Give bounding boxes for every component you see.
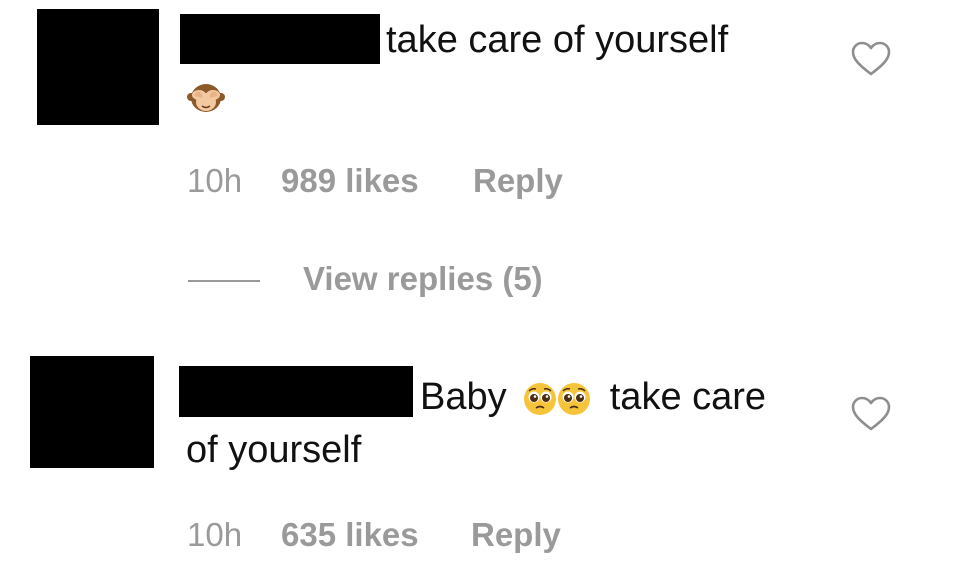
- avatar[interactable]: [37, 9, 159, 125]
- comment-1: take care of yourself 10h 989 likes Repl…: [0, 0, 960, 250]
- reply-button[interactable]: Reply: [473, 162, 563, 200]
- heart-outline-icon[interactable]: [851, 41, 891, 77]
- comment-time: 10h: [187, 162, 243, 199]
- pleading-face-icon: [558, 382, 591, 415]
- comment-meta: 10h 989 likes Reply: [187, 162, 687, 202]
- pleading-face-icon: [524, 382, 557, 415]
- comment-text: take care of yourself: [386, 19, 729, 61]
- comment-text-line-2: of yourself: [186, 429, 362, 471]
- comment-2: Baby take care of yourself 10h 635 likes…: [0, 340, 960, 585]
- view-replies-link[interactable]: View replies (5): [303, 260, 543, 298]
- avatar[interactable]: [30, 356, 154, 468]
- comment-meta: 10h 635 likes Reply: [187, 516, 687, 556]
- comment-text-before: Baby: [420, 376, 507, 418]
- like-count[interactable]: 635 likes: [281, 516, 419, 554]
- comment-text-after: take care: [609, 376, 767, 418]
- heart-outline-icon[interactable]: [851, 396, 891, 432]
- view-replies-divider: [188, 280, 260, 282]
- comment-text-line-1: Baby take care: [420, 371, 766, 423]
- comment-time: 10h: [187, 516, 243, 553]
- like-count[interactable]: 989 likes: [281, 162, 419, 200]
- redacted-username[interactable]: [179, 366, 413, 417]
- see-no-evil-monkey-icon: [187, 84, 225, 112]
- redacted-username[interactable]: [180, 14, 380, 64]
- reply-button[interactable]: Reply: [471, 516, 561, 554]
